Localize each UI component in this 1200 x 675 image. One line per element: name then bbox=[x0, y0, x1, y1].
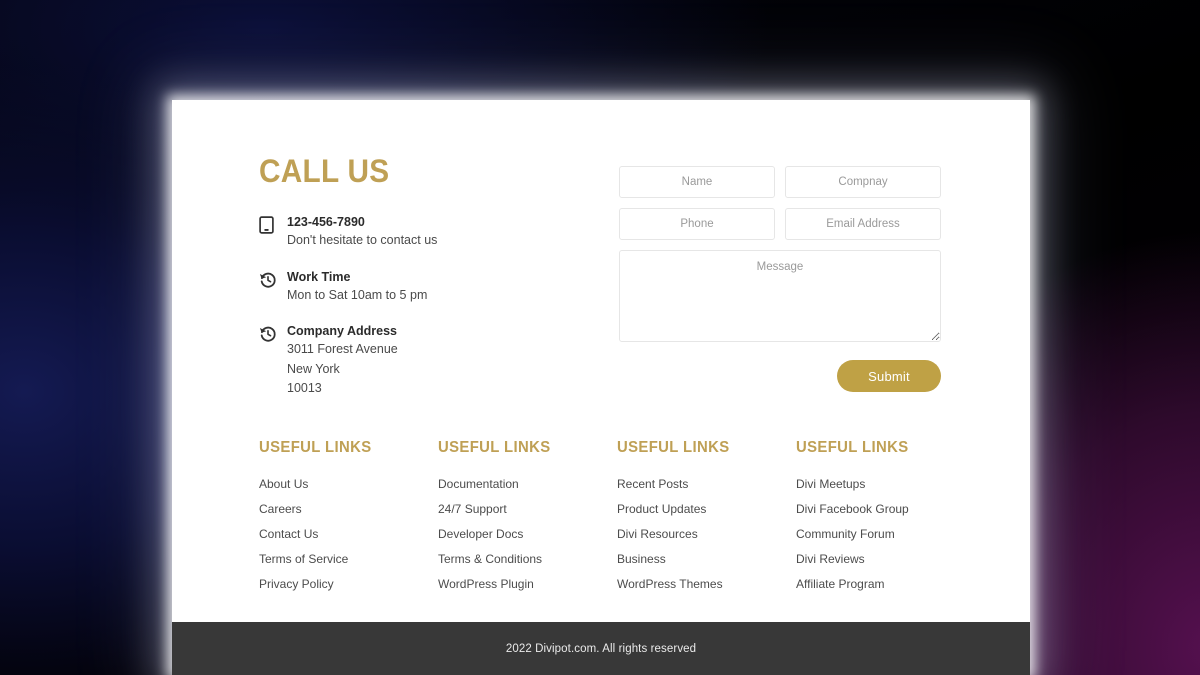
contact-subline: Don't hesitate to contact us bbox=[287, 233, 438, 248]
contact-text-work-time: Work Time Mon to Sat 10am to 5 pm bbox=[287, 268, 589, 306]
list-item[interactable]: About Us bbox=[259, 478, 438, 490]
contact-subline: New York bbox=[287, 361, 340, 376]
link-column-4: USEFUL LINKS Divi Meetups Divi Facebook … bbox=[796, 439, 975, 591]
list-item[interactable]: Affiliate Program bbox=[796, 578, 975, 590]
phone-input[interactable] bbox=[619, 208, 775, 240]
contact-text-address: Company Address 3011 Forest Avenue New Y… bbox=[287, 322, 589, 398]
link-column-heading: USEFUL LINKS bbox=[617, 439, 730, 456]
contact-text-phone: 123-456-7890 Don't hesitate to contact u… bbox=[287, 213, 589, 251]
footer-copyright-bar: 2022 Divipot.com. All rights reserved bbox=[172, 622, 1030, 675]
email-input[interactable] bbox=[785, 208, 941, 240]
list-item[interactable]: Developer Docs bbox=[438, 528, 617, 540]
list-item[interactable]: Divi Facebook Group bbox=[796, 503, 975, 515]
contact-info-block: CALL US 123-456-7890 Don't hesitate to c… bbox=[259, 155, 589, 415]
contact-form: Submit bbox=[619, 166, 941, 392]
list-item[interactable]: Careers bbox=[259, 503, 438, 515]
contact-row-work-time: Work Time Mon to Sat 10am to 5 pm bbox=[259, 268, 589, 306]
contact-subline: Mon to Sat 10am to 5 pm bbox=[287, 287, 428, 302]
form-row-1 bbox=[619, 166, 941, 198]
list-item[interactable]: Divi Meetups bbox=[796, 478, 975, 490]
link-column-1: USEFUL LINKS About Us Careers Contact Us… bbox=[259, 439, 438, 591]
form-row-2 bbox=[619, 208, 941, 240]
contact-title: Company Address bbox=[287, 324, 397, 338]
mobile-phone-icon bbox=[259, 213, 287, 234]
contact-row-address: Company Address 3011 Forest Avenue New Y… bbox=[259, 322, 589, 398]
submit-row: Submit bbox=[619, 360, 941, 392]
contact-title: 123-456-7890 bbox=[287, 215, 365, 229]
list-item[interactable]: Product Updates bbox=[617, 503, 796, 515]
submit-button[interactable]: Submit bbox=[837, 360, 941, 392]
list-item[interactable]: WordPress Themes bbox=[617, 578, 796, 590]
list-item[interactable]: Terms & Conditions bbox=[438, 553, 617, 565]
list-item[interactable]: Community Forum bbox=[796, 528, 975, 540]
contact-title: Work Time bbox=[287, 269, 351, 284]
message-textarea[interactable] bbox=[619, 250, 941, 342]
list-item[interactable]: Divi Reviews bbox=[796, 553, 975, 565]
link-column-heading: USEFUL LINKS bbox=[796, 439, 909, 456]
link-column-2: USEFUL LINKS Documentation 24/7 Support … bbox=[438, 439, 617, 591]
list-item[interactable]: Business bbox=[617, 553, 796, 565]
company-input[interactable] bbox=[785, 166, 941, 198]
copyright-text: 2022 Divipot.com. All rights reserved bbox=[505, 642, 697, 655]
call-us-heading: CALL US bbox=[259, 153, 390, 189]
list-item[interactable]: Recent Posts bbox=[617, 478, 796, 490]
contact-row-phone: 123-456-7890 Don't hesitate to contact u… bbox=[259, 213, 589, 251]
list-item[interactable]: Divi Resources bbox=[617, 528, 796, 540]
contact-subline: 3011 Forest Avenue bbox=[287, 342, 398, 357]
list-item[interactable]: Contact Us bbox=[259, 528, 438, 540]
list-item[interactable]: Privacy Policy bbox=[259, 578, 438, 590]
list-item[interactable]: Documentation bbox=[438, 478, 617, 490]
history-clock-icon bbox=[259, 268, 287, 289]
footer-page-card: CALL US 123-456-7890 Don't hesitate to c… bbox=[172, 100, 1030, 675]
history-clock-icon bbox=[259, 322, 287, 343]
list-item[interactable]: WordPress Plugin bbox=[438, 578, 617, 590]
list-item[interactable]: Terms of Service bbox=[259, 553, 438, 565]
link-column-3: USEFUL LINKS Recent Posts Product Update… bbox=[617, 439, 796, 591]
useful-links-section: USEFUL LINKS About Us Careers Contact Us… bbox=[259, 439, 995, 591]
name-input[interactable] bbox=[619, 166, 775, 198]
link-column-heading: USEFUL LINKS bbox=[438, 439, 551, 456]
link-column-heading: USEFUL LINKS bbox=[259, 439, 372, 456]
list-item[interactable]: 24/7 Support bbox=[438, 503, 617, 515]
contact-subline: 10013 bbox=[287, 380, 322, 395]
